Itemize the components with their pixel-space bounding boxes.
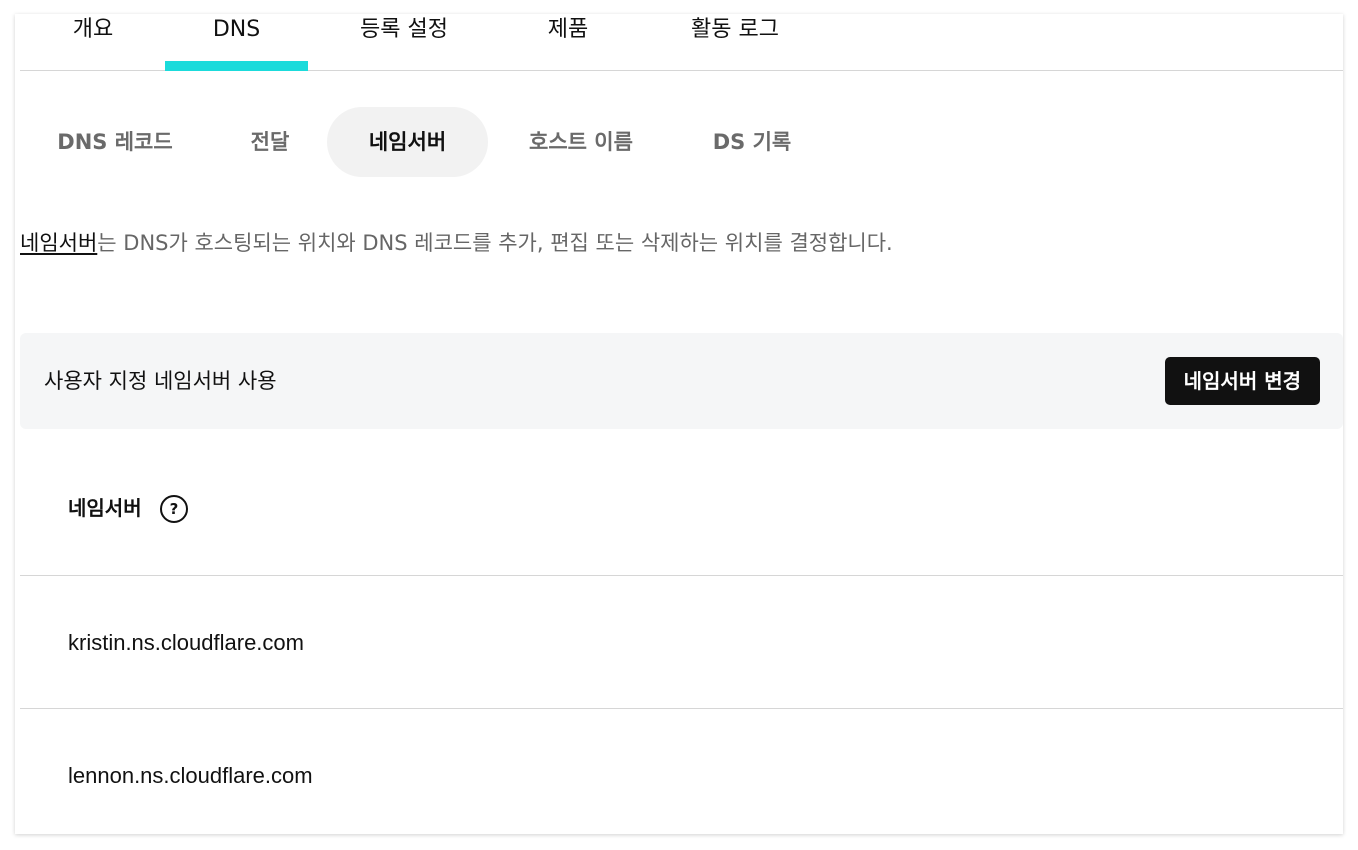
nameserver-row: lennon.ns.cloudflare.com — [20, 709, 1343, 834]
subtab-nameservers[interactable]: 네임서버 — [327, 107, 488, 177]
tab-registration-settings[interactable]: 등록 설정 — [350, 14, 458, 70]
subtab-ds-records[interactable]: DS 기록 — [690, 107, 814, 177]
nameserver-description-text: 는 DNS가 호스팅되는 위치와 DNS 레코드를 추가, 편집 또는 삭제하는… — [97, 231, 893, 255]
custom-nameserver-label: 사용자 지정 네임서버 사용 — [44, 369, 277, 393]
subtab-forwarding[interactable]: 전달 — [227, 107, 313, 177]
custom-nameserver-panel: 사용자 지정 네임서버 사용 네임서버 변경 — [20, 333, 1343, 429]
tab-dns-label: DNS — [212, 17, 261, 42]
subtab-dns-records[interactable]: DNS 레코드 — [37, 107, 193, 177]
tab-registration-settings-label: 등록 설정 — [360, 17, 448, 42]
nameserver-row: kristin.ns.cloudflare.com — [20, 576, 1343, 709]
tab-activity-log-label: 활동 로그 — [691, 17, 779, 42]
tab-products-label: 제품 — [547, 17, 589, 42]
nameserver-help-link[interactable]: 네임서버 — [20, 231, 97, 255]
top-tab-bar: 개요 DNS 등록 설정 제품 활동 로그 — [20, 14, 1343, 71]
tab-products[interactable]: 제품 — [541, 14, 595, 70]
nameserver-list-header: 네임서버 ? — [20, 454, 1343, 576]
nameserver-value: kristin.ns.cloudflare.com — [68, 630, 304, 655]
tab-activity-log[interactable]: 활동 로그 — [680, 14, 790, 70]
tab-dns[interactable]: DNS — [165, 14, 308, 71]
tab-overview[interactable]: 개요 — [68, 14, 118, 70]
nameserver-description: 네임서버는 DNS가 호스팅되는 위치와 DNS 레코드를 추가, 편집 또는 … — [20, 228, 893, 258]
nameserver-header-label: 네임서버 — [68, 496, 142, 520]
domain-settings-card: 개요 DNS 등록 설정 제품 활동 로그 DNS 레코드 전달 네임서버 호스… — [15, 14, 1343, 834]
subtab-hostnames[interactable]: 호스트 이름 — [505, 107, 657, 177]
tab-overview-label: 개요 — [72, 17, 114, 42]
question-circle-icon[interactable]: ? — [160, 495, 188, 523]
nameserver-value: lennon.ns.cloudflare.com — [68, 763, 313, 788]
change-nameservers-button[interactable]: 네임서버 변경 — [1164, 357, 1320, 405]
